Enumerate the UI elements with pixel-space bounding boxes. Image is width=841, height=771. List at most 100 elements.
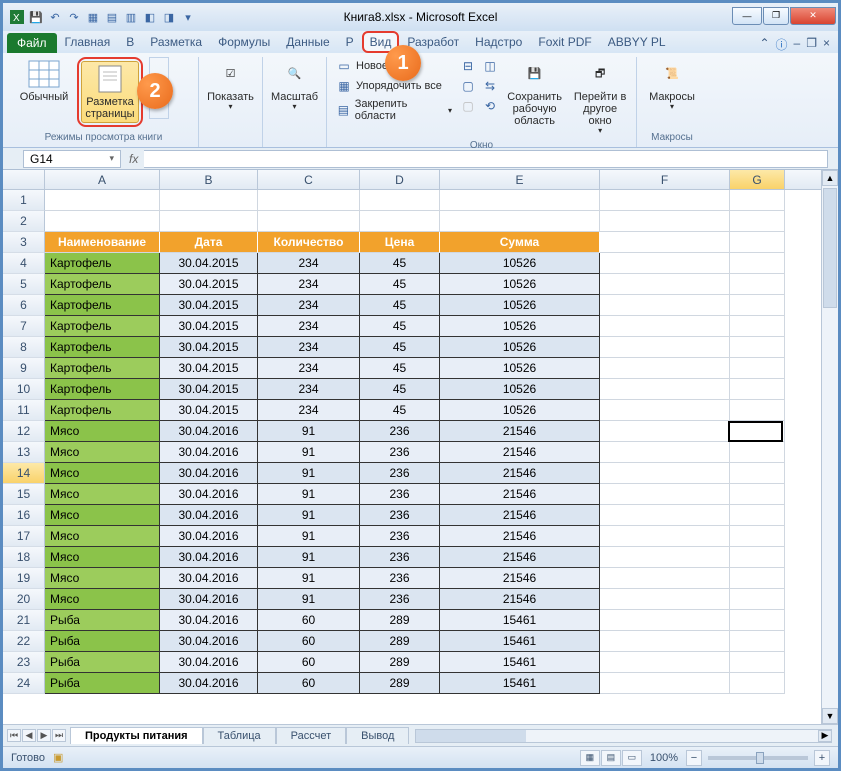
cell[interactable]: 30.04.2016 bbox=[160, 505, 258, 526]
cell[interactable] bbox=[600, 568, 730, 589]
view-normal-icon[interactable]: ▦ bbox=[580, 750, 600, 766]
row-header[interactable]: 7 bbox=[3, 316, 45, 337]
row-header[interactable]: 17 bbox=[3, 526, 45, 547]
zoom-slider[interactable] bbox=[708, 756, 808, 760]
table-header[interactable]: Количество bbox=[258, 232, 360, 253]
cell[interactable]: 30.04.2015 bbox=[160, 274, 258, 295]
sheet-tab[interactable]: Таблица bbox=[203, 727, 276, 744]
row-header[interactable]: 9 bbox=[3, 358, 45, 379]
cell[interactable]: 30.04.2015 bbox=[160, 400, 258, 421]
sync-scroll-button[interactable]: ⇆ bbox=[481, 77, 499, 95]
cell[interactable] bbox=[600, 358, 730, 379]
cell[interactable]: Картофель bbox=[45, 316, 160, 337]
macros-button[interactable]: 📜 Макросы ▾ bbox=[643, 57, 701, 114]
cell[interactable]: Мясо bbox=[45, 589, 160, 610]
cell[interactable]: 21546 bbox=[440, 421, 600, 442]
cell[interactable] bbox=[730, 337, 785, 358]
cell[interactable]: 21546 bbox=[440, 568, 600, 589]
scroll-right-icon[interactable]: ▶ bbox=[818, 730, 832, 742]
cell[interactable]: 234 bbox=[258, 358, 360, 379]
cell[interactable]: Мясо bbox=[45, 505, 160, 526]
cell[interactable]: Картофель bbox=[45, 400, 160, 421]
cell[interactable] bbox=[730, 505, 785, 526]
cell[interactable]: 10526 bbox=[440, 274, 600, 295]
cell[interactable]: 10526 bbox=[440, 316, 600, 337]
cell[interactable]: 60 bbox=[258, 610, 360, 631]
row-header[interactable]: 22 bbox=[3, 631, 45, 652]
cell[interactable]: 234 bbox=[258, 253, 360, 274]
switch-windows-button[interactable]: 🗗 Перейти в другое окно▾ bbox=[570, 57, 630, 138]
cell[interactable]: Мясо bbox=[45, 421, 160, 442]
cell[interactable] bbox=[600, 442, 730, 463]
cell[interactable]: 236 bbox=[360, 484, 440, 505]
row-header[interactable]: 10 bbox=[3, 379, 45, 400]
cell[interactable]: 60 bbox=[258, 631, 360, 652]
cell[interactable]: 10526 bbox=[440, 400, 600, 421]
cell[interactable]: 91 bbox=[258, 442, 360, 463]
inner-restore-icon[interactable]: ❐ bbox=[806, 36, 817, 53]
cell[interactable]: 289 bbox=[360, 610, 440, 631]
formula-input[interactable] bbox=[144, 150, 828, 168]
worksheet-grid[interactable]: A B C D E F G 1 2 3 Наименование Дата Ко… bbox=[3, 170, 838, 724]
cell[interactable]: 10526 bbox=[440, 295, 600, 316]
cell[interactable]: Рыба bbox=[45, 631, 160, 652]
tab-file[interactable]: Файл bbox=[7, 33, 57, 53]
cell[interactable]: Картофель bbox=[45, 358, 160, 379]
side-by-side-button[interactable]: ◫ bbox=[481, 57, 499, 75]
cell[interactable]: 30.04.2016 bbox=[160, 673, 258, 694]
col-header[interactable]: B bbox=[160, 170, 258, 189]
cell[interactable] bbox=[730, 379, 785, 400]
normal-view-button[interactable]: Обычный bbox=[15, 57, 73, 105]
cell[interactable]: 234 bbox=[258, 295, 360, 316]
sheet-first-icon[interactable]: ⏮ bbox=[7, 729, 21, 742]
vertical-scrollbar[interactable]: ▲ ▼ bbox=[821, 170, 838, 724]
cell[interactable] bbox=[600, 589, 730, 610]
cell[interactable]: 30.04.2015 bbox=[160, 316, 258, 337]
cell[interactable]: Рыба bbox=[45, 652, 160, 673]
table-header[interactable]: Сумма bbox=[440, 232, 600, 253]
row-header[interactable]: 6 bbox=[3, 295, 45, 316]
unhide-button[interactable]: ▢ bbox=[459, 97, 477, 115]
cell[interactable]: 21546 bbox=[440, 442, 600, 463]
cell[interactable] bbox=[600, 379, 730, 400]
cell[interactable] bbox=[600, 274, 730, 295]
cell[interactable] bbox=[730, 295, 785, 316]
cell[interactable]: 234 bbox=[258, 316, 360, 337]
hide-button[interactable]: ▢ bbox=[459, 77, 477, 95]
qat-icon[interactable]: ▾ bbox=[180, 9, 196, 25]
cell[interactable]: Мясо bbox=[45, 442, 160, 463]
sheet-tab[interactable]: Вывод bbox=[346, 727, 409, 744]
cell[interactable]: 21546 bbox=[440, 484, 600, 505]
maximize-button[interactable]: ❐ bbox=[763, 7, 789, 25]
sheet-prev-icon[interactable]: ◀ bbox=[22, 729, 36, 742]
cell[interactable]: 91 bbox=[258, 547, 360, 568]
zoom-button[interactable]: 🔍 Масштаб ▾ bbox=[269, 57, 320, 114]
row-header[interactable]: 16 bbox=[3, 505, 45, 526]
cell[interactable]: 21546 bbox=[440, 547, 600, 568]
ribbon-minimize-icon[interactable]: ⌃ bbox=[759, 36, 769, 53]
cell[interactable]: 45 bbox=[360, 295, 440, 316]
cell[interactable]: Картофель bbox=[45, 379, 160, 400]
view-page-icon[interactable]: ▤ bbox=[601, 750, 621, 766]
horizontal-scrollbar[interactable]: ◀ ▶ bbox=[415, 729, 832, 743]
cell[interactable]: 30.04.2015 bbox=[160, 358, 258, 379]
cell[interactable] bbox=[600, 484, 730, 505]
cell[interactable] bbox=[730, 568, 785, 589]
cell[interactable]: 15461 bbox=[440, 673, 600, 694]
cell[interactable] bbox=[730, 526, 785, 547]
cell[interactable]: Рыба bbox=[45, 610, 160, 631]
col-header[interactable]: E bbox=[440, 170, 600, 189]
col-header[interactable]: G bbox=[730, 170, 785, 189]
col-header[interactable]: D bbox=[360, 170, 440, 189]
cell[interactable]: 236 bbox=[360, 421, 440, 442]
cell[interactable]: 234 bbox=[258, 379, 360, 400]
cell[interactable]: 234 bbox=[258, 337, 360, 358]
scroll-up-icon[interactable]: ▲ bbox=[822, 170, 838, 186]
cell[interactable]: 289 bbox=[360, 631, 440, 652]
redo-icon[interactable]: ↷ bbox=[66, 9, 82, 25]
arrange-all-button[interactable]: ▦Упорядочить все bbox=[333, 77, 455, 95]
cell[interactable]: 236 bbox=[360, 589, 440, 610]
cell[interactable]: 15461 bbox=[440, 610, 600, 631]
cell[interactable]: 21546 bbox=[440, 463, 600, 484]
hscroll-thumb[interactable] bbox=[416, 730, 526, 742]
